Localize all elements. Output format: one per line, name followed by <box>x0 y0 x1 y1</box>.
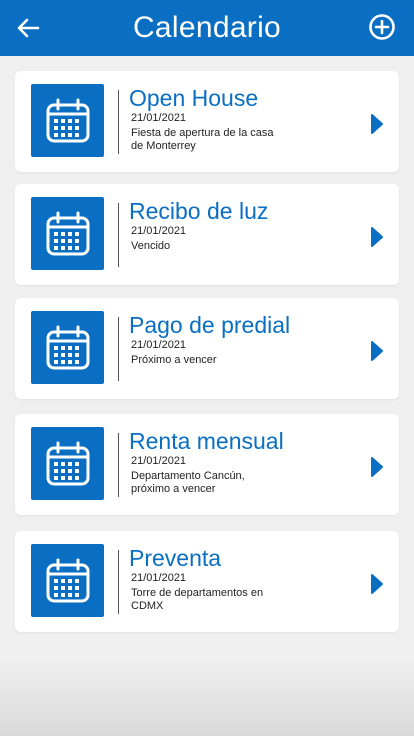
calendar-icon <box>46 441 89 485</box>
calendar-icon-tile <box>31 544 104 617</box>
event-title: Preventa <box>129 545 222 571</box>
event-description: Fiesta de apertura de la casa de Monterr… <box>131 127 274 152</box>
event-title: Renta mensual <box>129 428 284 454</box>
event-title: Recibo de luz <box>129 198 269 224</box>
plus-circle-icon <box>369 14 395 40</box>
event-date: 21/01/2021 <box>131 225 187 237</box>
event-card[interactable]: Pago de predial 21/01/2021 Próximo a ven… <box>15 298 399 399</box>
app-header: Calendario <box>0 0 414 56</box>
divider <box>118 433 119 497</box>
event-card[interactable]: Open House 21/01/2021 Fiesta de apertura… <box>15 71 399 172</box>
calendar-icon-tile <box>31 311 104 384</box>
event-text: Renta mensual 21/01/2021 Departamento Ca… <box>129 428 359 496</box>
divider <box>118 90 119 154</box>
event-description: Próximo a vencer <box>131 354 217 366</box>
divider <box>118 550 119 614</box>
page-title: Calendario <box>132 11 282 44</box>
calendar-icon <box>46 211 89 255</box>
event-text: Recibo de luz 21/01/2021 Vencido <box>129 198 359 253</box>
add-event-button[interactable] <box>368 13 396 41</box>
back-button[interactable] <box>14 14 42 42</box>
divider <box>118 317 119 381</box>
chevron-right-icon[interactable] <box>370 340 384 362</box>
chevron-right-icon[interactable] <box>370 113 384 135</box>
arrow-left-icon <box>17 18 40 38</box>
calendar-icon-tile <box>31 84 104 157</box>
chevron-right-icon[interactable] <box>370 573 384 595</box>
event-card[interactable]: Recibo de luz 21/01/2021 Vencido <box>15 184 399 285</box>
calendar-icon <box>46 98 89 142</box>
calendar-icon <box>46 558 89 602</box>
chevron-right-icon[interactable] <box>370 456 384 478</box>
event-date: 21/01/2021 <box>131 455 187 467</box>
event-date: 21/01/2021 <box>131 339 187 351</box>
event-text: Pago de predial 21/01/2021 Próximo a ven… <box>129 312 359 367</box>
event-text: Open House 21/01/2021 Fiesta de apertura… <box>129 85 359 153</box>
event-description: Departamento Cancún, próximo a vencer <box>131 470 245 495</box>
event-title: Pago de predial <box>129 312 291 338</box>
event-card[interactable]: Preventa 21/01/2021 Torre de departament… <box>15 531 399 632</box>
event-date: 21/01/2021 <box>131 572 187 584</box>
calendar-icon <box>46 325 89 369</box>
event-card[interactable]: Renta mensual 21/01/2021 Departamento Ca… <box>15 414 399 515</box>
divider <box>118 203 119 267</box>
event-title: Open House <box>129 85 259 111</box>
chevron-right-icon[interactable] <box>370 226 384 248</box>
calendar-icon-tile <box>31 427 104 500</box>
event-description: Vencido <box>131 240 171 252</box>
event-date: 21/01/2021 <box>131 112 187 124</box>
event-text: Preventa 21/01/2021 Torre de departament… <box>129 545 359 613</box>
calendar-icon-tile <box>31 197 104 270</box>
event-description: Torre de departamentos en CDMX <box>131 587 264 612</box>
